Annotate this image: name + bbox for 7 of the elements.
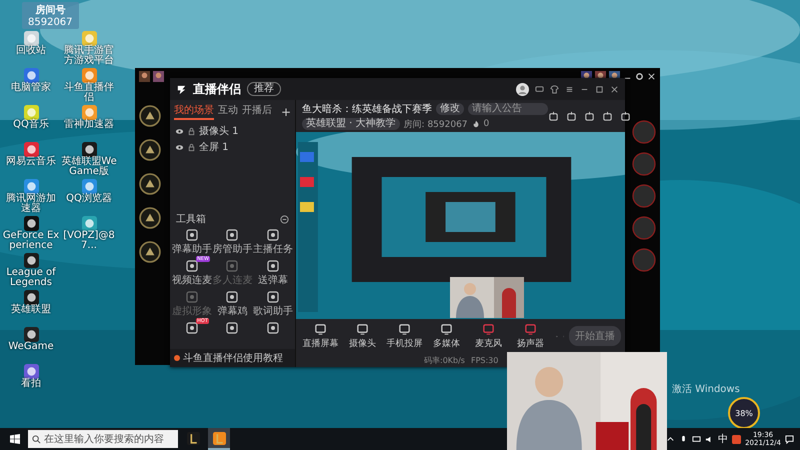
input-method[interactable]: 中 — [718, 432, 728, 446]
taskbar-app[interactable] — [208, 428, 230, 450]
app-icon — [212, 432, 226, 444]
app-icon — [186, 432, 200, 444]
search-icon — [32, 434, 41, 444]
start-icon[interactable] — [10, 434, 20, 444]
notification-icon[interactable] — [785, 434, 794, 444]
